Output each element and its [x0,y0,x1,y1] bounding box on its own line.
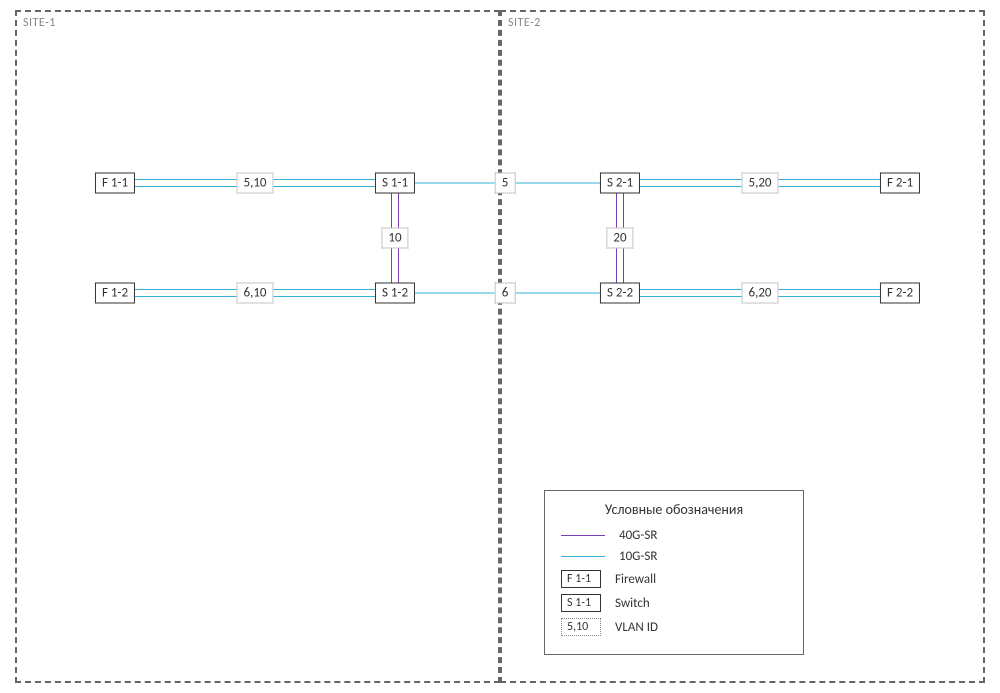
legend-10g-label: 10G-SR [619,549,657,564]
node-f22: F 2-2 [880,283,920,304]
site-1-label: SITE-1 [23,16,56,30]
legend-vlan-sample: 5,10 [561,618,601,636]
legend-row-switch: S 1-1 Switch [561,594,787,612]
node-s21: S 2-1 [600,173,640,194]
legend-box: Условные обозначения 40G-SR 10G-SR F 1-1… [544,490,804,655]
vlan-s22-f22: 6,20 [741,283,778,304]
legend-row-firewall: F 1-1 Firewall [561,570,787,588]
node-s12: S 1-2 [375,283,415,304]
vlan-s21-s22: 20 [606,228,633,249]
site-2-label: SITE-2 [508,16,541,30]
legend-switch-label: Switch [615,596,650,611]
legend-40g-label: 40G-SR [619,528,657,543]
vlan-f11-s11: 5,10 [236,173,273,194]
legend-swatch-10g-icon [561,556,605,557]
node-s22: S 2-2 [600,283,640,304]
legend-vlan-label: VLAN ID [615,620,658,635]
legend-title: Условные обозначения [561,501,787,518]
legend-row-40g: 40G-SR [561,528,787,543]
vlan-s21-f21: 5,20 [741,173,778,194]
legend-swatch-40g-icon [561,535,605,536]
legend-switch-sample: S 1-1 [561,594,601,612]
legend-row-vlan: 5,10 VLAN ID [561,618,787,636]
vlan-s11-s21: 5 [495,173,516,194]
node-f11: F 1-1 [95,173,135,194]
vlan-s12-s22: 6 [495,283,516,304]
vlan-s11-s12: 10 [381,228,408,249]
site-1-container: SITE-1 [15,10,500,683]
node-s11: S 1-1 [375,173,415,194]
legend-row-10g: 10G-SR [561,549,787,564]
node-f12: F 1-2 [95,283,135,304]
legend-firewall-sample: F 1-1 [561,570,601,588]
vlan-f12-s12: 6,10 [236,283,273,304]
node-f21: F 2-1 [880,173,920,194]
legend-firewall-label: Firewall [615,572,656,587]
